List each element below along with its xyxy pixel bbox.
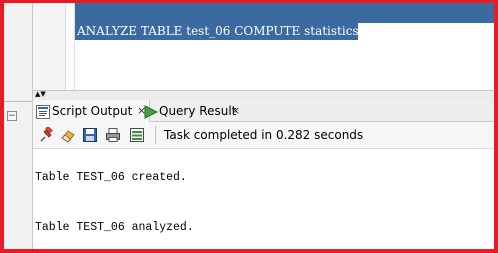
collapse-button[interactable]: − <box>7 111 17 121</box>
sql-statement[interactable]: ANALYZE TABLE test_06 COMPUTE statistics <box>77 23 359 40</box>
toolbar-separator <box>155 126 156 144</box>
tab-query-result[interactable]: Query Result <box>159 100 236 122</box>
fold-gutter <box>66 0 75 90</box>
pin-icon[interactable] <box>38 125 54 143</box>
task-status: Task completed in 0.282 seconds <box>164 128 364 142</box>
export-icon[interactable] <box>129 127 145 143</box>
close-icon[interactable]: × <box>231 100 240 122</box>
query-result-icon <box>144 104 159 119</box>
line-number-gutter <box>33 0 66 90</box>
left-side-panel <box>4 0 33 253</box>
eraser-icon[interactable] <box>60 127 76 143</box>
left-panel-divider <box>4 101 32 102</box>
save-icon[interactable] <box>82 127 98 143</box>
script-output-icon <box>36 104 50 119</box>
output-line: Table TEST_06 analyzed. <box>35 221 194 234</box>
output-line: Table TEST_06 created. <box>35 171 187 184</box>
splitter-arrows[interactable]: ▲▼ <box>35 90 46 98</box>
tab-script-output-label[interactable]: Script Output <box>52 100 132 122</box>
selection-highlight <box>75 0 494 23</box>
print-icon[interactable] <box>105 127 121 143</box>
